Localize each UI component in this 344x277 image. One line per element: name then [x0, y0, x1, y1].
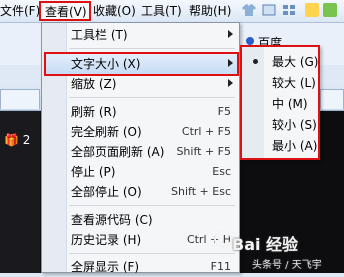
shortcut-label: Ctrl + F5 [181, 125, 231, 138]
submenu-item-label: 较小 (S) [272, 118, 317, 132]
watermark-author: 头条号 / 天飞宇 [252, 260, 322, 271]
shortcut-label: Shift + Esc [171, 185, 231, 198]
menu-item-label: 全部停止 (O) [71, 185, 142, 199]
menu-separator [69, 97, 235, 98]
submenu-item-label: 最大 (G) [272, 55, 319, 69]
menu-item-stop[interactable]: 停止 (P) Esc [42, 162, 239, 182]
menu-item-label: 缩放 (Z) [71, 77, 117, 91]
shortcut-label: Esc [212, 165, 231, 178]
shortcut-label: Shift + F5 [176, 145, 231, 158]
menu-tools[interactable]: 工具(T) [141, 3, 182, 19]
grid-icon[interactable] [282, 4, 296, 16]
submenu-item-smallest[interactable]: 最小 (A) [242, 136, 318, 156]
shortcut-label: F5 [217, 105, 231, 118]
menu-item-label: 查看源代码 (C) [71, 213, 153, 227]
minimize-icon[interactable] [305, 3, 319, 17]
menu-item-toolbar[interactable]: 工具栏 (T) [42, 25, 239, 45]
submenu-arrow-icon [228, 79, 233, 87]
menu-item-label: 完全刷新 (O) [71, 125, 142, 139]
menu-item-refresh-all[interactable]: 全部页面刷新 (A) Shift + F5 [42, 142, 239, 162]
menu-item-label: 工具栏 (T) [71, 28, 128, 42]
menu-item-refresh[interactable]: 刷新 (R) F5 [42, 102, 239, 122]
submenu-arrow-icon [228, 30, 233, 38]
submenu-item-larger[interactable]: 较大 (L) [242, 73, 318, 93]
maximize-icon[interactable] [323, 3, 337, 17]
menu-separator [69, 48, 235, 49]
menu-item-label: 停止 (P) [71, 165, 116, 179]
menu-bar: 文件(F) 查看(V) 收藏(O) 工具(T) 帮助(H) [0, 0, 344, 23]
menu-separator [69, 253, 235, 254]
tab-1[interactable] [0, 89, 40, 109]
watermark-brand: Bai 经验 [232, 235, 299, 254]
menu-item-zoom[interactable]: 缩放 (Z) [42, 74, 239, 94]
menu-item-label: 文字大小 (X) [71, 57, 141, 71]
tab-2[interactable] [320, 89, 344, 109]
gift-label: 🎁 2 [4, 133, 31, 147]
submenu-arrow-icon [228, 59, 233, 67]
submenu-item-label: 较大 (L) [272, 76, 316, 90]
menu-item-view-source[interactable]: 查看源代码 (C) [42, 210, 239, 230]
menu-item-label: 全屏显示 (F) [71, 260, 140, 274]
watermark-paw-icon [214, 230, 232, 248]
menu-item-label: 刷新 (R) [71, 105, 117, 119]
window-icon[interactable] [262, 4, 276, 16]
submenu-item-label: 中 (M) [272, 97, 308, 111]
shirt-icon[interactable] [242, 4, 256, 16]
menu-item-fullscreen[interactable]: 全屏显示 (F) F11 [42, 257, 239, 277]
submenu-item-label: 最小 (A) [272, 139, 318, 153]
text-size-submenu: 最大 (G) 较大 (L) 中 (M) 较小 (S) 最小 (A) [240, 45, 320, 160]
submenu-item-largest[interactable]: 最大 (G) [242, 52, 318, 72]
selected-dot-icon [253, 59, 258, 64]
menu-item-full-refresh[interactable]: 完全刷新 (O) Ctrl + F5 [42, 122, 239, 142]
menu-help[interactable]: 帮助(H) [189, 3, 231, 19]
menu-item-stop-all[interactable]: 全部停止 (O) Shift + Esc [42, 182, 239, 202]
menu-item-label: 全部页面刷新 (A) [71, 145, 165, 159]
menu-view[interactable]: 查看(V) [39, 1, 91, 21]
menu-item-history[interactable]: 历史记录 (H) Ctrl + H [42, 230, 239, 250]
menu-favorites[interactable]: 收藏(O) [93, 3, 136, 19]
menu-separator [69, 205, 235, 206]
view-menu: 工具栏 (T) 文字大小 (X) 缩放 (Z) 刷新 (R) F5 完全刷新 (… [41, 22, 240, 274]
menu-item-text-size[interactable]: 文字大小 (X) [42, 54, 239, 74]
submenu-item-smaller[interactable]: 较小 (S) [242, 115, 318, 135]
submenu-item-medium[interactable]: 中 (M) [242, 94, 318, 114]
shortcut-label: F11 [210, 260, 231, 273]
menu-view-label: 查看(V) [45, 5, 87, 19]
menu-file[interactable]: 文件(F) [0, 3, 40, 19]
menu-item-label: 历史记录 (H) [71, 233, 142, 247]
